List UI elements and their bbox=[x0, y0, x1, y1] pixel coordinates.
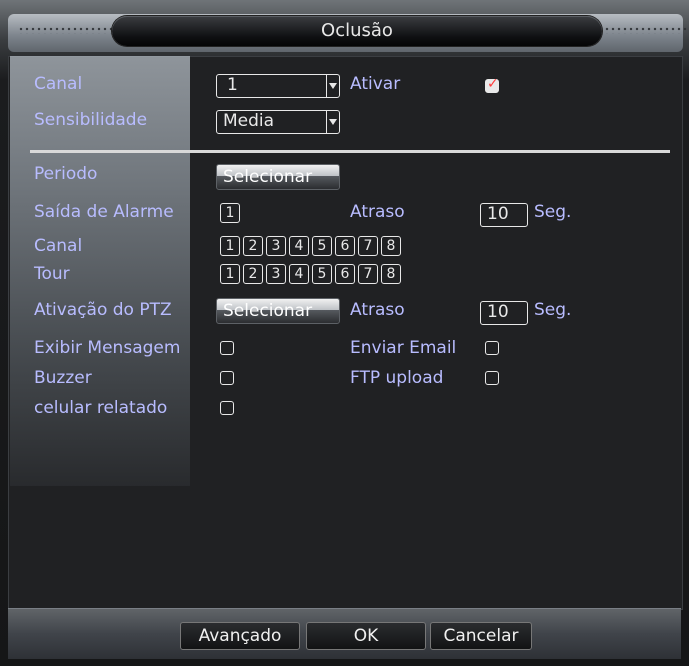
tour-channel-button-1[interactable]: 1 bbox=[220, 264, 240, 284]
saida-alarme-output-1[interactable]: 1 bbox=[220, 203, 240, 223]
chevron-down-icon bbox=[326, 75, 339, 97]
atraso-input[interactable]: 10 bbox=[480, 203, 528, 227]
separator-line bbox=[30, 150, 670, 153]
title-decoration-right bbox=[604, 26, 689, 34]
title-decoration-left bbox=[18, 26, 118, 34]
sensibilidade-label: Sensibilidade bbox=[34, 110, 148, 130]
canal-channel-button-3[interactable]: 3 bbox=[266, 236, 286, 256]
sensibilidade-dropdown-value: Media bbox=[223, 111, 275, 131]
canal-channel-button-7[interactable]: 7 bbox=[358, 236, 378, 256]
canal-channel-button-5[interactable]: 5 bbox=[312, 236, 332, 256]
dialog-title: Oclusão bbox=[321, 20, 393, 41]
enviar-email-label: Enviar Email bbox=[350, 338, 457, 358]
canal-dropdown[interactable]: 1 bbox=[216, 74, 340, 98]
buzzer-label: Buzzer bbox=[34, 368, 92, 388]
celular-relatado-checkbox[interactable] bbox=[220, 401, 234, 415]
enviar-email-checkbox[interactable] bbox=[485, 341, 499, 355]
ativar-label: Ativar bbox=[350, 74, 401, 94]
tour-channel-button-5[interactable]: 5 bbox=[312, 264, 332, 284]
canal-channel-button-8[interactable]: 8 bbox=[381, 236, 401, 256]
avancado-button[interactable]: Avançado bbox=[180, 622, 300, 650]
saida-alarme-label: Saída de Alarme bbox=[34, 202, 174, 222]
ptz-selecionar-button[interactable]: Selecionar bbox=[216, 298, 340, 324]
atraso-input-value: 10 bbox=[487, 204, 509, 224]
ftp-upload-checkbox[interactable] bbox=[485, 371, 499, 385]
tour-channel-button-8[interactable]: 8 bbox=[381, 264, 401, 284]
tour-channel-button-4[interactable]: 4 bbox=[289, 264, 309, 284]
tour-channel-button-3[interactable]: 3 bbox=[266, 264, 286, 284]
canal-dropdown-value: 1 bbox=[227, 75, 238, 95]
canal-channel-button-4[interactable]: 4 bbox=[289, 236, 309, 256]
periodo-label: Periodo bbox=[34, 164, 98, 184]
ptz-label: Ativação do PTZ bbox=[34, 300, 172, 320]
celular-relatado-label: celular relatado bbox=[34, 398, 168, 418]
canal-record-label: Canal bbox=[34, 236, 83, 256]
ftp-upload-label: FTP upload bbox=[350, 368, 444, 388]
ok-button[interactable]: OK bbox=[306, 622, 426, 650]
seg-unit-label: Seg. bbox=[534, 202, 572, 222]
tour-channel-button-7[interactable]: 7 bbox=[358, 264, 378, 284]
atraso-label: Atraso bbox=[350, 202, 405, 222]
canal-channel-button-6[interactable]: 6 bbox=[335, 236, 355, 256]
tour-label: Tour bbox=[34, 264, 70, 284]
canal-channel-button-1[interactable]: 1 bbox=[220, 236, 240, 256]
cancelar-button[interactable]: Cancelar bbox=[430, 622, 532, 650]
exibir-mensagem-checkbox[interactable] bbox=[220, 341, 234, 355]
ativar-checkbox[interactable] bbox=[485, 76, 499, 93]
seg2-unit-label: Seg. bbox=[534, 300, 572, 320]
atraso2-input-value: 10 bbox=[487, 302, 509, 322]
tour-channel-button-6[interactable]: 6 bbox=[335, 264, 355, 284]
periodo-selecionar-button[interactable]: Selecionar bbox=[216, 164, 340, 190]
buzzer-checkbox[interactable] bbox=[220, 371, 234, 385]
chevron-down-icon bbox=[326, 111, 339, 133]
tour-channel-button-2[interactable]: 2 bbox=[243, 264, 263, 284]
canal-channel-button-2[interactable]: 2 bbox=[243, 236, 263, 256]
canal-label: Canal bbox=[34, 74, 83, 94]
atraso2-label: Atraso bbox=[350, 300, 405, 320]
atraso2-input[interactable]: 10 bbox=[480, 301, 528, 325]
sensibilidade-dropdown[interactable]: Media bbox=[216, 110, 340, 134]
exibir-mensagem-label: Exibir Mensagem bbox=[34, 338, 181, 358]
